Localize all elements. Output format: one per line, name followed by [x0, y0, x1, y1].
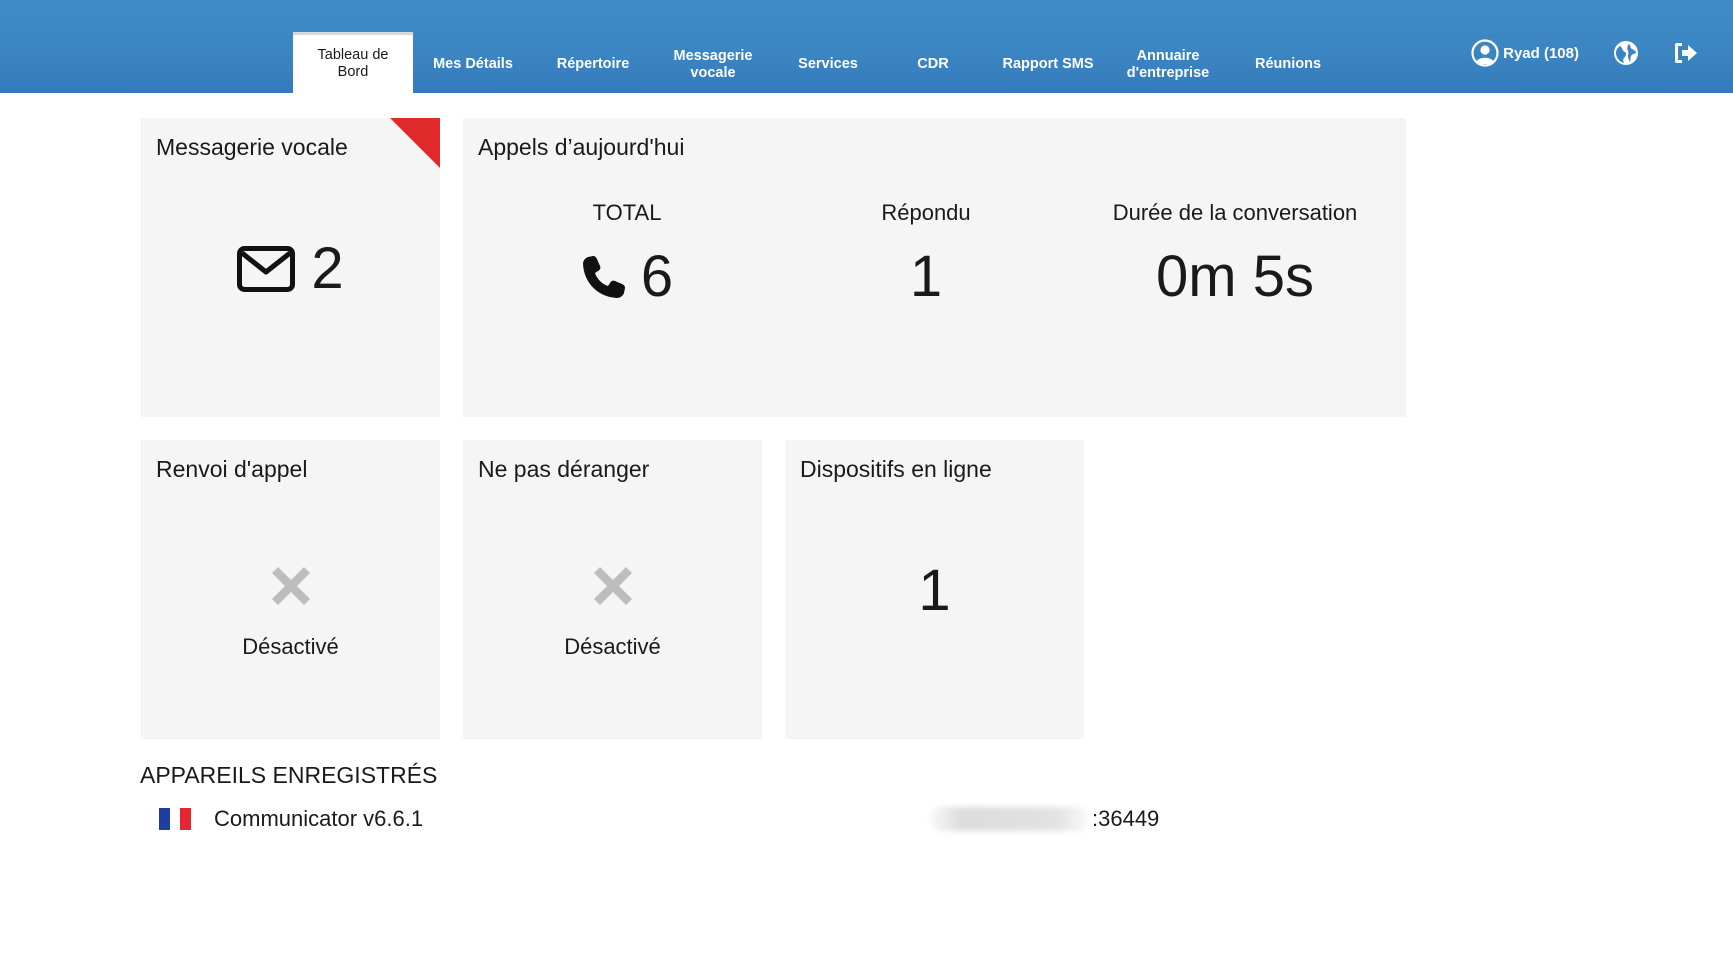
- answered-calls-value-row: 1: [796, 248, 1056, 306]
- device-name: Communicator v6.6.1: [214, 806, 424, 831]
- tab-cdr[interactable]: CDR: [883, 32, 983, 93]
- user-label: Ryad (108): [1503, 44, 1579, 62]
- device-address: :36449: [929, 806, 1159, 832]
- new-voicemail-flag: [390, 118, 440, 168]
- tab-meetings[interactable]: Réunions: [1223, 32, 1353, 93]
- tab-services-label: Services: [798, 56, 858, 72]
- tab-sms-report-label: Rapport SMS: [1002, 56, 1094, 72]
- x-icon: [593, 567, 632, 605]
- registered-device-row: Communicator v6.6.1 :36449: [159, 804, 1169, 834]
- voicemail-card-title: Messagerie vocale: [156, 134, 348, 160]
- conversation-duration-stat: Durée de la conversation 0m 5s: [1095, 200, 1375, 306]
- do-not-disturb-status-block: Désactivé: [463, 565, 762, 660]
- tab-voicemail-label: Messagerie vocale: [673, 47, 753, 81]
- tab-company-directory[interactable]: Annuaire d'entreprise: [1113, 32, 1223, 93]
- tab-voicemail[interactable]: Messagerie vocale: [653, 32, 773, 93]
- conversation-duration-value-row: 0m 5s: [1095, 248, 1375, 306]
- tab-dashboard-label: Tableau de Bord: [317, 47, 389, 80]
- tab-cdr-label: CDR: [917, 56, 949, 72]
- top-navigation-bar: Tableau de Bord Mes Détails Répertoire M…: [0, 0, 1733, 93]
- answered-calls-label: Répondu: [881, 200, 971, 225]
- globe-icon: [1614, 41, 1638, 65]
- user-circle-icon: [1471, 39, 1499, 67]
- tab-dashboard[interactable]: Tableau de Bord: [293, 32, 413, 93]
- tab-services[interactable]: Services: [773, 32, 883, 93]
- do-not-disturb-title: Ne pas déranger: [478, 456, 650, 482]
- language-button[interactable]: [1613, 40, 1639, 66]
- todays-calls-card: Appels d’aujourd'hui TOTAL 6 Répondu 1 D…: [463, 118, 1406, 417]
- call-forward-status: Désactivé: [242, 634, 339, 659]
- logout-button[interactable]: [1673, 41, 1699, 65]
- redacted-ip-address: [929, 807, 1089, 831]
- call-forward-card[interactable]: Renvoi d'appel Désactivé: [141, 440, 440, 739]
- voicemail-count-block: 2: [141, 240, 440, 298]
- do-not-disturb-status: Désactivé: [564, 634, 661, 659]
- phone-icon: [582, 256, 625, 298]
- voicemail-count: 2: [311, 236, 344, 301]
- tab-my-details-label: Mes Détails: [433, 56, 513, 72]
- online-devices-count-block: 1: [785, 562, 1084, 620]
- tab-my-details[interactable]: Mes Détails: [413, 32, 533, 93]
- voicemail-card[interactable]: Messagerie vocale 2: [141, 118, 440, 417]
- total-calls-stat: TOTAL 6: [497, 200, 757, 306]
- total-calls-value-row: 6: [497, 248, 757, 306]
- user-menu-button[interactable]: Ryad (108): [1471, 39, 1579, 67]
- tab-directory[interactable]: Répertoire: [533, 32, 653, 93]
- answered-calls-value: 1: [909, 244, 943, 309]
- do-not-disturb-card[interactable]: Ne pas déranger Désactivé: [463, 440, 762, 739]
- france-flag-icon: [159, 808, 192, 830]
- call-forward-title: Renvoi d'appel: [156, 456, 308, 482]
- x-icon: [271, 567, 310, 605]
- conversation-duration-value: 0m 5s: [1156, 244, 1314, 309]
- tab-company-directory-label: Annuaire d'entreprise: [1126, 47, 1210, 81]
- logout-icon: [1675, 43, 1697, 63]
- registered-devices-title: APPAREILS ENREGISTRÉS: [140, 762, 438, 788]
- tab-directory-label: Répertoire: [556, 56, 630, 72]
- online-devices-count: 1: [918, 558, 951, 623]
- total-calls-value: 6: [640, 244, 674, 309]
- online-devices-title: Dispositifs en ligne: [800, 456, 992, 482]
- answered-calls-stat: Répondu 1: [796, 200, 1056, 306]
- total-calls-label: TOTAL: [592, 200, 662, 225]
- tab-meetings-label: Réunions: [1254, 56, 1322, 72]
- main-nav: Tableau de Bord Mes Détails Répertoire M…: [293, 32, 1353, 93]
- device-port: :36449: [1092, 806, 1160, 831]
- online-devices-card: Dispositifs en ligne 1: [785, 440, 1084, 739]
- envelope-icon: [237, 246, 296, 292]
- todays-calls-title: Appels d’aujourd'hui: [478, 134, 685, 160]
- conversation-duration-label: Durée de la conversation: [1112, 200, 1358, 225]
- tab-sms-report[interactable]: Rapport SMS: [983, 32, 1113, 93]
- call-forward-status-block: Désactivé: [141, 565, 440, 660]
- user-area: Ryad (108): [1471, 38, 1733, 68]
